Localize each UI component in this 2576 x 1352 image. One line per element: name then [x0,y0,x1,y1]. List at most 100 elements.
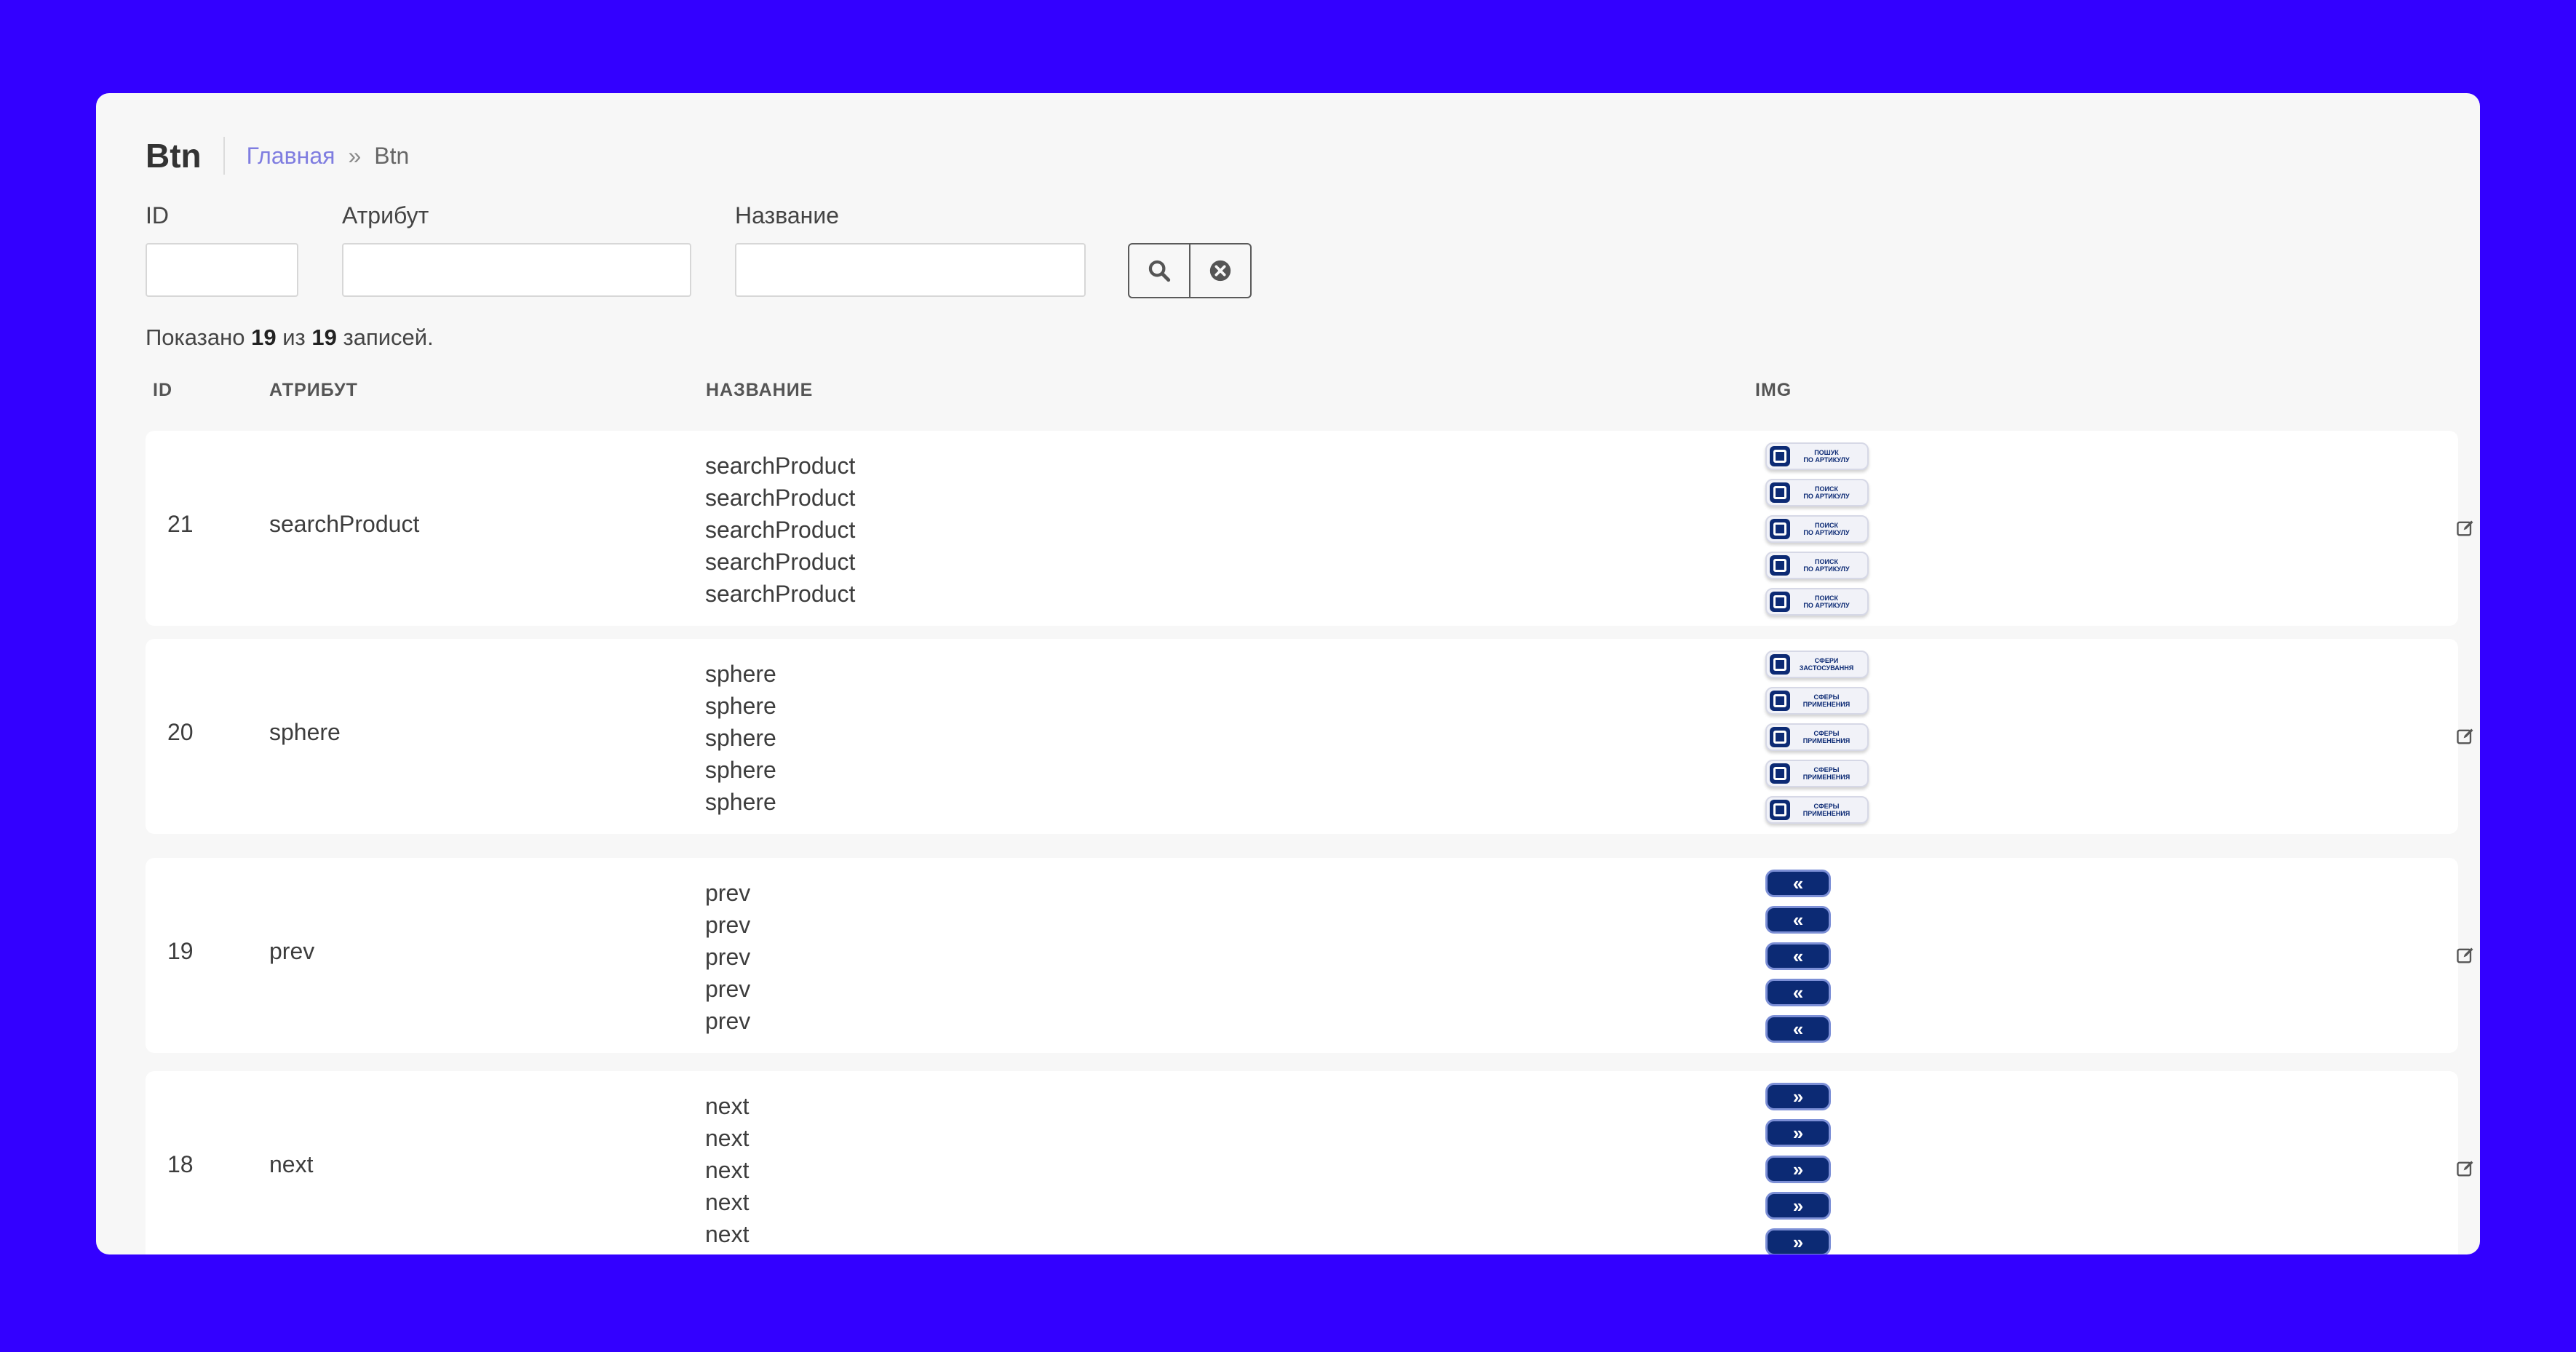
button-image-icon [1770,519,1790,539]
row-name-item: sphere [705,725,776,751]
button-image-arrow: « [1765,942,1831,970]
column-header-name[interactable]: НАЗВАНИЕ [706,380,813,401]
button-image: ПОИСК ПО АРТИКУЛУ [1765,515,1869,543]
button-image: СФЕРЫ ПРИМЕНЕНИЯ [1765,687,1869,715]
button-image-icon [1770,800,1790,820]
button-image-label: ПОИСК ПО АРТИКУЛУ [1803,595,1850,609]
button-image: ПОШУК ПО АРТИКУЛУ [1765,442,1869,470]
button-image-arrow: » [1765,1192,1831,1220]
header-divider [223,137,225,175]
name-filter-input[interactable] [735,243,1086,297]
page-header: Btn Главная » Btn [146,125,409,186]
button-image-icon [1770,654,1790,675]
button-image-icon [1770,691,1790,711]
row-name-item: prev [705,912,751,938]
row-name-item: next [705,1189,750,1215]
row-attribute: sphere [269,719,341,745]
search-icon [1148,260,1171,282]
row-names: next next next next next [705,1090,749,1250]
button-image-arrow: » [1765,1156,1831,1183]
row-id: 21 [167,511,194,537]
button-image: СФЕРИ ЗАСТОСУВАННЯ [1765,651,1869,678]
name-filter-label: Название [735,202,839,228]
attr-filter-label: Атрибут [342,202,429,228]
row-actions [2455,1158,2480,1179]
button-image: ПОИСК ПО АРТИКУЛУ [1765,552,1869,579]
id-filter-input[interactable] [146,243,298,297]
row-name-item: next [705,1125,750,1151]
row-attribute: next [269,1151,314,1177]
button-image: ПОИСК ПО АРТИКУЛУ [1765,479,1869,506]
row-name-item: searchProduct [705,485,856,511]
clear-filter-button[interactable] [1189,244,1250,297]
row-id: 19 [167,938,194,964]
edit-icon[interactable] [2455,1158,2476,1179]
button-image-label: СФЕРЫ ПРИМЕНЕНИЯ [1802,766,1850,781]
breadcrumb-home-link[interactable]: Главная [247,143,335,170]
row-name-item: next [705,1093,750,1119]
button-image-arrow: « [1765,870,1831,897]
table-row: 21 searchProduct searchProduct searchProduc… [146,431,2473,626]
button-image-arrow: » [1765,1083,1831,1110]
row-name-item: prev [705,880,751,906]
column-header-attribute[interactable]: АТРИБУТ [269,380,358,401]
row-name-item: sphere [705,789,776,815]
row-name-item: searchProduct [705,517,856,543]
column-header-id[interactable]: ID [153,380,172,401]
button-image-label: СФЕРЫ ПРИМЕНЕНИЯ [1802,693,1850,708]
records-total-count: 19 [311,325,337,350]
table-row: 20 sphere sphere sphere sphere sphere sphere СФ… [146,639,2473,834]
row-name-item: searchProduct [705,549,856,575]
button-image: ПОИСК ПО АРТИКУЛУ [1765,588,1869,616]
row-name-item: prev [705,976,751,1002]
row-images: » » » » » [1765,1083,1831,1254]
breadcrumb: Главная » Btn [247,143,410,170]
row-attribute: searchProduct [269,511,420,537]
row-id: 18 [167,1151,194,1177]
button-image-arrow: « [1765,979,1831,1006]
page-title: Btn [146,137,202,175]
row-id: 20 [167,719,194,745]
row-images: ПОШУК ПО АРТИКУЛУ ПОИСК ПО АРТИКУЛУ ПОИСК … [1765,442,1869,624]
row-images: « « « « « [1765,870,1831,1051]
row-actions [2455,945,2480,966]
button-image-icon [1770,763,1790,784]
table-row: 19 prev prev prev prev prev prev « « « « « [146,858,2473,1053]
records-shown-count: 19 [251,325,277,350]
edit-icon[interactable] [2455,726,2476,747]
attr-filter-input[interactable] [342,243,691,297]
row-name-item: prev [705,944,751,970]
button-image-icon [1770,727,1790,747]
id-filter-label: ID [146,202,169,228]
row-actions [2455,726,2480,747]
row-attribute: prev [269,938,315,964]
button-image-label: ПОШУК ПО АРТИКУЛУ [1803,449,1850,464]
search-button[interactable] [1129,244,1189,297]
button-image-icon [1770,482,1790,503]
clear-circle-icon [1209,260,1231,282]
row-name-item: sphere [705,661,776,687]
button-image-label: ПОИСК ПО АРТИКУЛУ [1803,522,1850,536]
main-card: Btn Главная » Btn ID Атрибут Название По… [96,93,2480,1254]
breadcrumb-separator: » [348,142,362,169]
row-name-item: prev [705,1008,751,1034]
button-image-label: СФЕРЫ ПРИМЕНЕНИЯ [1802,803,1850,817]
breadcrumb-current: Btn [374,142,410,169]
button-image-arrow: « [1765,1015,1831,1043]
button-image-arrow: » [1765,1119,1831,1147]
button-image: СФЕРЫ ПРИМЕНЕНИЯ [1765,796,1869,824]
row-name-item: sphere [705,693,776,719]
button-image: СФЕРЫ ПРИМЕНЕНИЯ [1765,760,1869,787]
row-images: СФЕРИ ЗАСТОСУВАННЯ СФЕРЫ ПРИМЕНЕНИЯ СФЕРЫ … [1765,651,1869,832]
edit-icon[interactable] [2455,945,2476,966]
row-names: searchProduct searchProduct searchProduct s… [705,450,855,610]
button-image-icon [1770,592,1790,612]
button-image-label: ПОИСК ПО АРТИКУЛУ [1803,485,1850,500]
button-image-label: СФЕРЫ ПРИМЕНЕНИЯ [1802,730,1850,744]
edit-icon[interactable] [2455,518,2476,538]
records-summary: Показано 19 из 19 записей. [146,325,434,350]
row-name-item: sphere [705,757,776,783]
row-name-item: searchProduct [705,453,856,479]
row-name-item: searchProduct [705,581,856,607]
button-image-label: ПОИСК ПО АРТИКУЛУ [1803,558,1850,573]
